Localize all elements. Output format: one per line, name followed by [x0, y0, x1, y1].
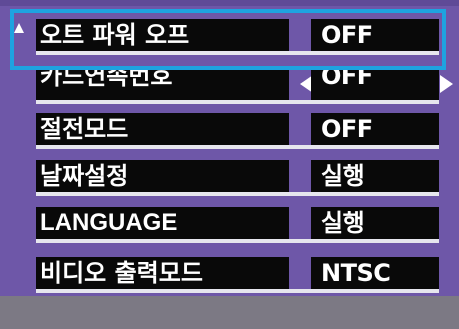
menu-item-value: NTSC — [321, 259, 391, 287]
menu-item-label: 비디오 출력모드 — [40, 259, 203, 287]
menu-item-card-sequence[interactable]: 카드연속번호 OFF — [36, 68, 453, 104]
menu-item-label-box: 날짜설정 — [36, 160, 289, 192]
camera-menu-screen: 오트 파워 오프 OFF 카드연속번호 OFF 절전모드 OFF 날짜설정 실행… — [0, 0, 459, 329]
row-divider — [36, 192, 439, 196]
row-divider — [36, 239, 439, 243]
menu-item-language[interactable]: LANGUAGE 실행 — [36, 207, 439, 243]
menu-item-label: 카드연속번호 — [40, 68, 173, 90]
bottom-band — [0, 296, 459, 329]
menu-item-label-box: 카드연속번호 — [36, 68, 289, 100]
menu-item-label: 절전모드 — [40, 115, 129, 143]
row-divider — [36, 289, 439, 293]
menu-item-label-box: 비디오 출력모드 — [36, 257, 289, 289]
menu-item-value-box[interactable]: NTSC — [311, 257, 439, 289]
menu-item-value: 실행 — [321, 162, 365, 190]
highlight-frame — [10, 9, 446, 70]
row-divider — [36, 100, 439, 104]
menu-item-value-box[interactable]: 실행 — [311, 207, 439, 239]
menu-item-label: 날짜설정 — [40, 162, 129, 190]
row-divider — [36, 145, 439, 149]
menu-item-value-box[interactable]: 실행 — [311, 160, 439, 192]
menu-item-power-save[interactable]: 절전모드 OFF — [36, 113, 439, 149]
top-edge — [0, 0, 459, 6]
menu-item-value: OFF — [321, 68, 373, 90]
menu-item-value-box[interactable]: OFF — [311, 68, 439, 100]
menu-item-value-box[interactable]: OFF — [311, 113, 439, 145]
menu-item-label: LANGUAGE — [40, 209, 178, 236]
menu-item-date-setting[interactable]: 날짜설정 실행 — [36, 160, 439, 196]
arrow-right-icon[interactable] — [440, 75, 453, 93]
menu-item-value: OFF — [321, 115, 373, 143]
menu-item-label-box: LANGUAGE — [36, 207, 289, 239]
menu-item-video-output[interactable]: 비디오 출력모드 NTSC — [36, 257, 439, 293]
menu-item-label-box: 절전모드 — [36, 113, 289, 145]
menu-item-value: 실행 — [321, 209, 365, 237]
